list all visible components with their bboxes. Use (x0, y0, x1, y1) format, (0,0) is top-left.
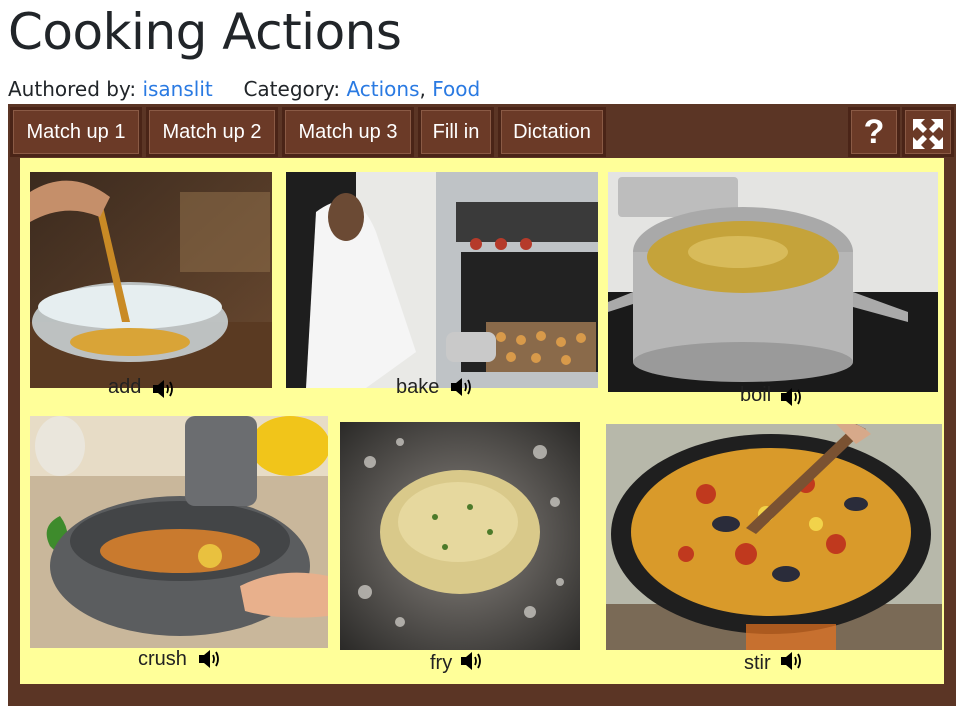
activity-frame: Match up 1 Match up 2 Match up 3 Fill in… (8, 104, 956, 706)
match-up-1-button[interactable]: Match up 1 (10, 107, 142, 157)
speaker-icon[interactable] (448, 374, 474, 400)
food-frying-in-oil-photo (340, 422, 580, 650)
match-up-3-button[interactable]: Match up 3 (282, 107, 414, 157)
speaker-icon[interactable] (196, 646, 222, 672)
author-link[interactable]: isanslit (142, 77, 212, 101)
category-separator: , (419, 77, 426, 101)
card-label: crush (138, 648, 187, 670)
speaker-icon[interactable] (778, 384, 804, 410)
card-label: fry (430, 652, 453, 674)
fullscreen-icon (913, 119, 943, 149)
dictation-button[interactable]: Dictation (498, 107, 606, 157)
category-label: Category: (243, 77, 341, 101)
fullscreen-button[interactable] (902, 107, 954, 157)
authored-by-label: Authored by: (8, 77, 137, 101)
help-button[interactable]: ? (848, 107, 900, 157)
fill-in-button[interactable]: Fill in (418, 107, 494, 157)
picture-board: add bake boil crush fry stir (20, 158, 944, 684)
category-link-actions[interactable]: Actions (346, 77, 419, 101)
pot-of-boiling-water-photo (608, 172, 938, 392)
page-title: Cooking Actions (8, 3, 402, 61)
meta-line: Authored by: isanslit Category: Actions,… (8, 77, 480, 101)
category-link-food[interactable]: Food (432, 77, 480, 101)
stirring-paella-pan-photo (606, 424, 942, 650)
speaker-icon[interactable] (150, 376, 176, 402)
card-label: add (108, 376, 142, 398)
match-up-2-button[interactable]: Match up 2 (146, 107, 278, 157)
woman-taking-cookies-from-oven-photo (286, 172, 598, 388)
card-label: boil (740, 384, 772, 406)
card-label: bake (396, 376, 440, 398)
speaker-icon[interactable] (778, 648, 804, 674)
card-label: stir (744, 652, 771, 674)
speaker-icon[interactable] (458, 648, 484, 674)
mortar-and-pestle-spices-photo (30, 416, 328, 648)
spice-pouring-into-bowl-photo (30, 172, 272, 388)
